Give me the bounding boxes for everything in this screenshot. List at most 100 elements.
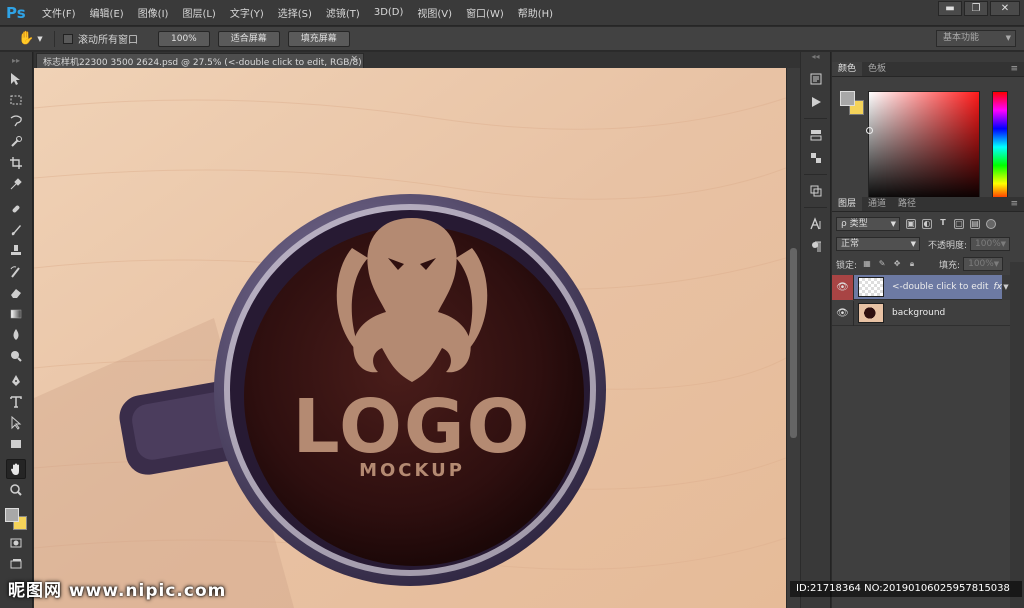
color-panel-swatch[interactable] <box>840 91 866 117</box>
blur-tool-icon[interactable] <box>6 325 26 345</box>
opacity-input[interactable]: 100% ▼ <box>970 237 1011 251</box>
filter-pixel-icon[interactable]: ▣ <box>906 219 916 229</box>
move-tool-icon[interactable] <box>6 69 26 89</box>
layer-row-background[interactable]: 👁︎ background <box>832 300 1010 326</box>
tab-paths[interactable]: 路径 <box>892 197 922 211</box>
eye-icon[interactable]: 👁︎ <box>832 300 854 326</box>
quick-mask-icon[interactable] <box>6 533 26 553</box>
panel-grip[interactable]: ◂◂ <box>801 52 830 66</box>
crop-tool-icon[interactable] <box>6 153 26 173</box>
styles-icon[interactable] <box>805 148 827 168</box>
chevron-down-icon: ▼ <box>890 220 896 228</box>
menu-file[interactable]: 文件(F) <box>42 5 76 20</box>
history-icon[interactable] <box>805 69 827 89</box>
filter-smart-object-icon[interactable]: ▤ <box>970 219 980 229</box>
tab-swatches[interactable]: 色板 <box>862 62 892 76</box>
canvas-vertical-scrollbar[interactable] <box>786 68 800 608</box>
adjustments-icon[interactable] <box>805 125 827 145</box>
tab-channels[interactable]: 通道 <box>862 197 892 211</box>
tab-layers[interactable]: 图层 <box>832 197 863 211</box>
blend-mode-select[interactable]: 正常 ▼ <box>836 237 920 251</box>
fill-input[interactable]: 100% ▼ <box>963 257 1004 271</box>
color-picker-marker[interactable] <box>866 127 873 134</box>
hand-tool-icon[interactable] <box>6 459 26 479</box>
lock-all-icon[interactable]: 🔒︎ <box>907 259 917 269</box>
lasso-tool-icon[interactable] <box>6 111 26 131</box>
eye-icon[interactable]: 👁︎ <box>832 274 854 300</box>
quick-select-tool-icon[interactable] <box>6 132 26 152</box>
gradient-tool-icon[interactable] <box>6 304 26 324</box>
tool-preset-picker[interactable]: ✋ ▼ <box>18 30 50 48</box>
layers-scrollbar[interactable] <box>1010 262 1024 608</box>
chevron-down-icon[interactable]: ▼ <box>1002 275 1010 300</box>
tab-color[interactable]: 颜色 <box>832 62 863 76</box>
clone-stamp-tool-icon[interactable] <box>6 241 26 261</box>
filter-shape-icon[interactable]: ▢ <box>954 219 964 229</box>
filter-toggle-icon[interactable] <box>986 219 996 229</box>
canvas-image: LOGO MOCKUP <box>34 68 786 608</box>
actions-play-icon[interactable] <box>805 92 827 112</box>
paragraph-icon[interactable] <box>805 237 827 257</box>
character-icon[interactable] <box>805 214 827 234</box>
foreground-background-swatch[interactable] <box>3 506 29 532</box>
scrollbar-thumb[interactable] <box>790 248 797 438</box>
dodge-tool-icon[interactable] <box>6 346 26 366</box>
menu-filter[interactable]: 滤镜(T) <box>326 5 360 20</box>
path-select-tool-icon[interactable] <box>6 413 26 433</box>
eraser-tool-icon[interactable] <box>6 283 26 303</box>
lock-transparent-icon[interactable]: ▦ <box>862 259 872 269</box>
type-tool-icon[interactable] <box>6 392 26 412</box>
fit-screen-button[interactable]: 适合屏幕 <box>217 30 280 47</box>
layer-row-smart-object[interactable]: 👁︎ <-double click to edit fx ▼ <box>832 274 1010 300</box>
menu-image[interactable]: 图像(I) <box>138 5 169 20</box>
menu-select[interactable]: 选择(S) <box>278 5 312 20</box>
scroll-all-checkbox[interactable] <box>63 33 73 44</box>
menu-help[interactable]: 帮助(H) <box>518 5 553 20</box>
foreground-color[interactable] <box>840 91 855 106</box>
pen-tool-icon[interactable] <box>6 371 26 391</box>
hue-slider[interactable] <box>992 91 1008 203</box>
scroll-all-windows[interactable]: 滚动所有窗口 <box>63 31 138 46</box>
menu-3d[interactable]: 3D(D) <box>374 7 404 18</box>
workspace-select[interactable]: 基本功能 ▼ <box>936 30 1016 47</box>
lock-pixels-icon[interactable]: ✎ <box>877 259 887 269</box>
eyedropper-tool-icon[interactable] <box>6 174 26 194</box>
close-icon[interactable]: × <box>350 54 358 64</box>
healing-brush-tool-icon[interactable] <box>6 199 26 219</box>
marquee-tool-icon[interactable] <box>6 90 26 110</box>
minimize-button[interactable]: ▬ <box>938 1 962 16</box>
panel-menu-icon[interactable]: ≡ <box>1010 197 1018 212</box>
fx-icon[interactable]: fx <box>994 282 1003 292</box>
fill-screen-button[interactable]: 填充屏幕 <box>287 30 350 47</box>
document-title: 标志样机22300 3500 2624.psd @ 27.5% (<-doubl… <box>43 57 362 68</box>
foreground-color[interactable] <box>5 508 19 522</box>
menu-edit[interactable]: 编辑(E) <box>90 5 124 20</box>
menu-window[interactable]: 窗口(W) <box>466 5 504 20</box>
rectangle-tool-icon[interactable] <box>6 434 26 454</box>
restore-button[interactable]: ❐ <box>964 1 988 16</box>
filter-type-icon[interactable]: T <box>938 219 948 229</box>
filter-adjustment-icon[interactable]: ◐ <box>922 219 932 229</box>
actual-pixels-button[interactable]: 100% <box>158 30 210 47</box>
layers-panel: 图层 通道 路径 ≡ ρ 类型 ▼ ▣ ◐ T ▢ ▤ 正常 ▼ 不透明度: 1… <box>832 197 1024 608</box>
zoom-tool-icon[interactable] <box>6 480 26 500</box>
brush-tool-icon[interactable] <box>6 220 26 240</box>
menu-view[interactable]: 视图(V) <box>417 5 452 20</box>
layer-name[interactable]: background <box>892 308 945 318</box>
document-tab[interactable]: 标志样机22300 3500 2624.psd @ 27.5% (<-doubl… <box>36 53 364 68</box>
history-brush-tool-icon[interactable] <box>6 262 26 282</box>
panel-menu-icon[interactable]: ≡ <box>1010 62 1018 77</box>
close-button[interactable]: ✕ <box>990 1 1020 16</box>
clone-source-icon[interactable] <box>805 181 827 201</box>
document-canvas[interactable]: LOGO MOCKUP <box>34 68 786 608</box>
screen-mode-icon[interactable] <box>6 554 26 574</box>
chevron-down-icon: ▼ <box>1005 34 1011 42</box>
layer-thumbnail <box>858 277 884 297</box>
color-field[interactable] <box>868 91 980 203</box>
menu-type[interactable]: 文字(Y) <box>230 5 264 20</box>
layer-filter-select[interactable]: ρ 类型 ▼ <box>836 217 900 231</box>
panel-grip[interactable]: ▸▸ <box>0 52 32 68</box>
lock-position-icon[interactable]: ✥ <box>892 259 902 269</box>
layer-name[interactable]: <-double click to edit <box>892 282 988 292</box>
menu-layer[interactable]: 图层(L) <box>182 5 215 20</box>
